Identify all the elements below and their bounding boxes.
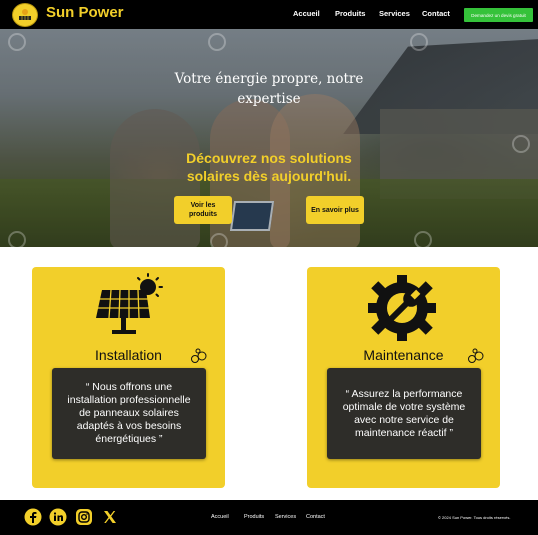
watermark-icon	[414, 231, 432, 247]
footer-nav-produits[interactable]: Produits	[244, 514, 264, 520]
sun-logo-icon	[19, 9, 31, 20]
watermark-icon	[8, 33, 26, 51]
nav-produits[interactable]: Produits	[335, 9, 365, 18]
view-products-button[interactable]: Voir les produits	[174, 196, 232, 224]
facebook-icon[interactable]	[24, 508, 42, 526]
watermark-icon	[410, 33, 428, 51]
card-description: “ Assurez la performance optimale de vot…	[327, 368, 481, 459]
bubbles-icon	[468, 348, 484, 363]
hero-section: Votre énergie propre, notre expertise Dé…	[0, 29, 538, 247]
nav-contact[interactable]: Contact	[422, 9, 450, 18]
hero-headline: Découvrez nos solutions solaires dès auj…	[186, 150, 352, 184]
solar-panel-icon	[96, 273, 163, 334]
hero-overlay	[0, 29, 538, 247]
quote-button[interactable]: Demandez un devis gratuit	[464, 8, 533, 22]
site-header: Sun Power Accueil Produits Services Cont…	[0, 0, 538, 29]
brand-name[interactable]: Sun Power	[46, 4, 124, 22]
instagram-icon[interactable]	[75, 508, 93, 526]
gear-wrench-icon	[368, 275, 436, 341]
x-icon[interactable]	[101, 508, 119, 526]
watermark-icon	[208, 33, 226, 51]
footer-nav-contact[interactable]: Contact	[306, 514, 325, 520]
bubbles-icon	[191, 348, 207, 363]
footer-nav-accueil[interactable]: Accueil	[211, 514, 229, 520]
card-description: “ Nous offrons une installation professi…	[52, 368, 206, 459]
watermark-icon	[8, 231, 26, 247]
service-card-maintenance: Maintenance “ Assurez la performance opt…	[307, 267, 500, 488]
watermark-icon	[210, 233, 228, 247]
footer-nav-services[interactable]: Services	[275, 514, 296, 520]
logo[interactable]	[12, 3, 38, 27]
hero-tagline: Votre énergie propre, notre expertise	[174, 71, 364, 107]
page: Sun Power Accueil Produits Services Cont…	[0, 0, 538, 535]
copyright-text: © 2024 Sun Power. Tous droits réservés.	[438, 515, 511, 520]
linkedin-icon[interactable]	[49, 508, 67, 526]
nav-services[interactable]: Services	[379, 9, 410, 18]
service-card-installation: Installation “ Nous offrons une installa…	[32, 267, 225, 488]
learn-more-button[interactable]: En savoir plus	[306, 196, 364, 224]
site-footer: Accueil Produits Services Contact © 2024…	[0, 500, 538, 535]
watermark-icon	[512, 135, 530, 153]
nav-accueil[interactable]: Accueil	[293, 9, 320, 18]
